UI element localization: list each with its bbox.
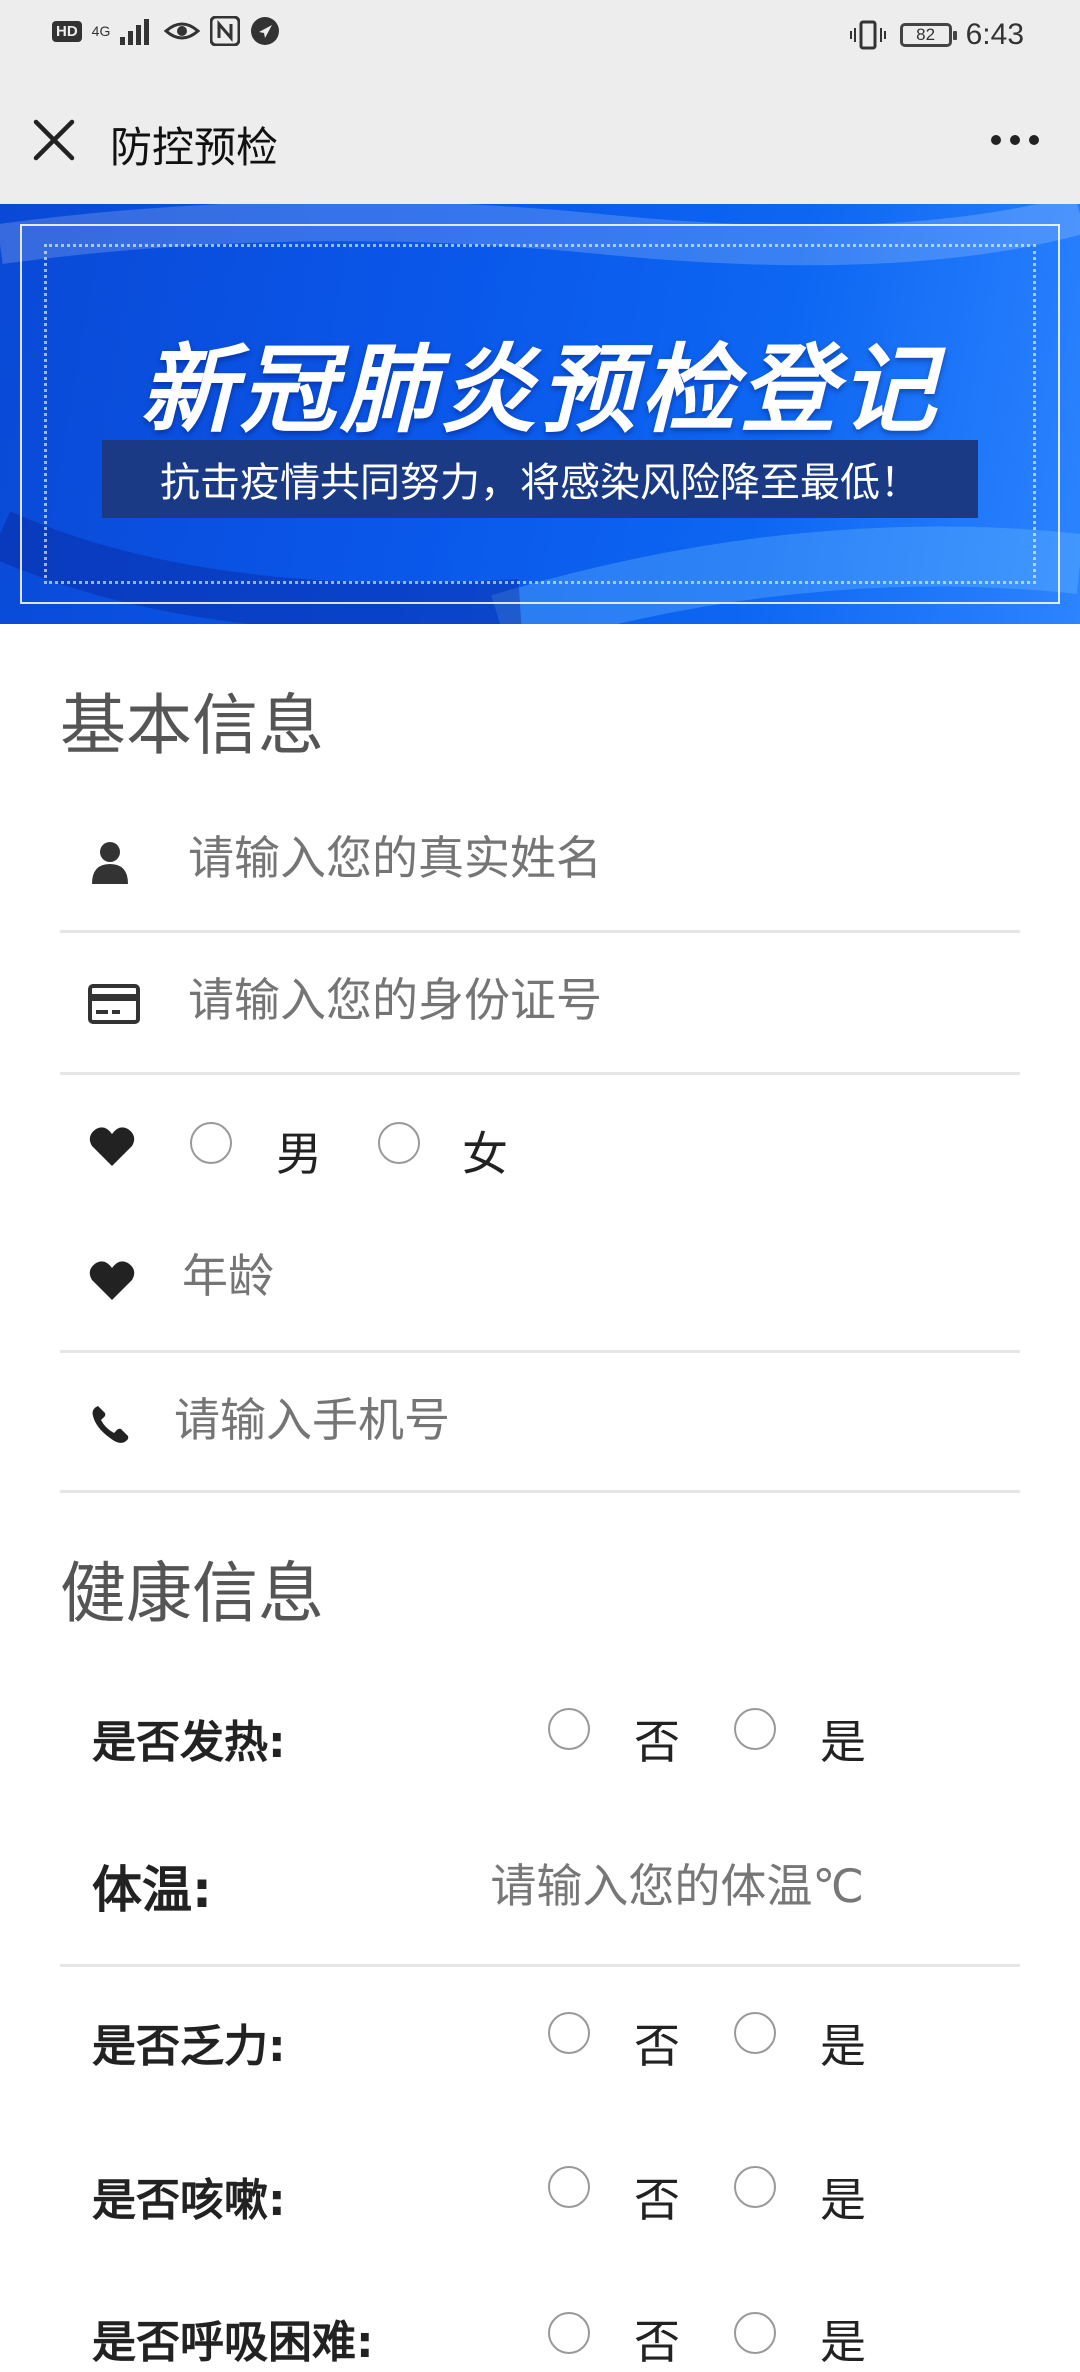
status-left: HD 4G [52,16,280,46]
basic-info-heading: 基本信息 [60,687,324,764]
close-icon[interactable] [30,116,78,164]
divider [60,1964,1020,1967]
name-row [60,826,1020,898]
divider [60,1072,1020,1075]
signal-icon [120,19,150,45]
gender-male-radio[interactable] [190,1122,232,1164]
heart-icon [89,1261,135,1300]
divider [60,1350,1020,1353]
cough-yes-radio[interactable] [734,2166,776,2208]
gender-row: 男 女 [60,1110,1020,1186]
name-input[interactable] [186,830,1010,886]
age-input[interactable] [180,1248,1004,1304]
cough-no-label: 否 [634,2173,680,2227]
gender-female-label: 女 [462,1127,508,1181]
breathing-label: 是否呼吸困难: [92,2317,374,2368]
fatigue-yes-label: 是 [820,2019,866,2073]
banner-subtitle: 抗击疫情共同努力，将感染风险降至最低！ [102,440,978,518]
health-info-heading: 健康信息 [60,1555,324,1632]
id-row [60,968,1020,1040]
network-type: 4G [91,22,111,39]
title-bar: 防控预检 [0,74,1080,204]
battery-level: 82 [916,25,936,44]
status-bar: HD 4G 82 6:43 [0,0,1080,74]
fatigue-no-label: 否 [634,2019,680,2073]
id-card-icon [88,984,140,1024]
battery-icon: 82 [899,23,957,47]
fatigue-yes-radio[interactable] [734,2012,776,2054]
page-title: 防控预检 [110,123,279,172]
breathing-yes-radio[interactable] [734,2312,776,2354]
eye-icon [164,22,201,40]
fever-yes-label: 是 [820,1715,866,1769]
vibrate-icon [849,20,886,50]
fatigue-no-radio[interactable] [548,2012,590,2054]
divider [60,1490,1020,1493]
clock: 6:43 [965,18,1024,51]
cough-no-radio[interactable] [548,2166,590,2208]
breathing-no-label: 否 [634,2315,680,2369]
temperature-label: 体温: [92,1861,212,1919]
nfc-icon [210,16,241,46]
phone-icon [92,1406,129,1443]
cough-yes-label: 是 [820,2173,866,2227]
fever-label: 是否发热: [92,1717,286,1768]
banner: 新冠肺炎预检登记 抗击疫情共同努力，将感染风险降至最低！ [0,204,1080,624]
banner-title: 新冠肺炎预检登记 [140,334,940,446]
breathing-no-radio[interactable] [548,2312,590,2354]
fever-no-radio[interactable] [548,1708,590,1750]
divider [60,930,1020,933]
user-icon [92,842,128,884]
fever-yes-radio[interactable] [734,1708,776,1750]
phone-row [60,1388,1020,1464]
id-input[interactable] [186,972,1010,1028]
cough-label: 是否咳嗽: [92,2175,286,2226]
gender-male-label: 男 [276,1127,322,1181]
status-right: 82 6:43 [849,18,1024,52]
more-icon[interactable] [990,134,1040,146]
hd-badge: HD [52,20,82,42]
phone-input[interactable] [172,1392,996,1448]
age-row [60,1244,1020,1320]
location-icon [251,17,280,45]
breathing-yes-label: 是 [820,2315,866,2369]
fever-no-label: 否 [634,1715,680,1769]
fatigue-label: 是否乏力: [92,2021,286,2072]
heart-icon [89,1127,135,1166]
gender-female-radio[interactable] [378,1122,420,1164]
temperature-input[interactable]: 请输入您的体温℃ [420,1850,864,1916]
